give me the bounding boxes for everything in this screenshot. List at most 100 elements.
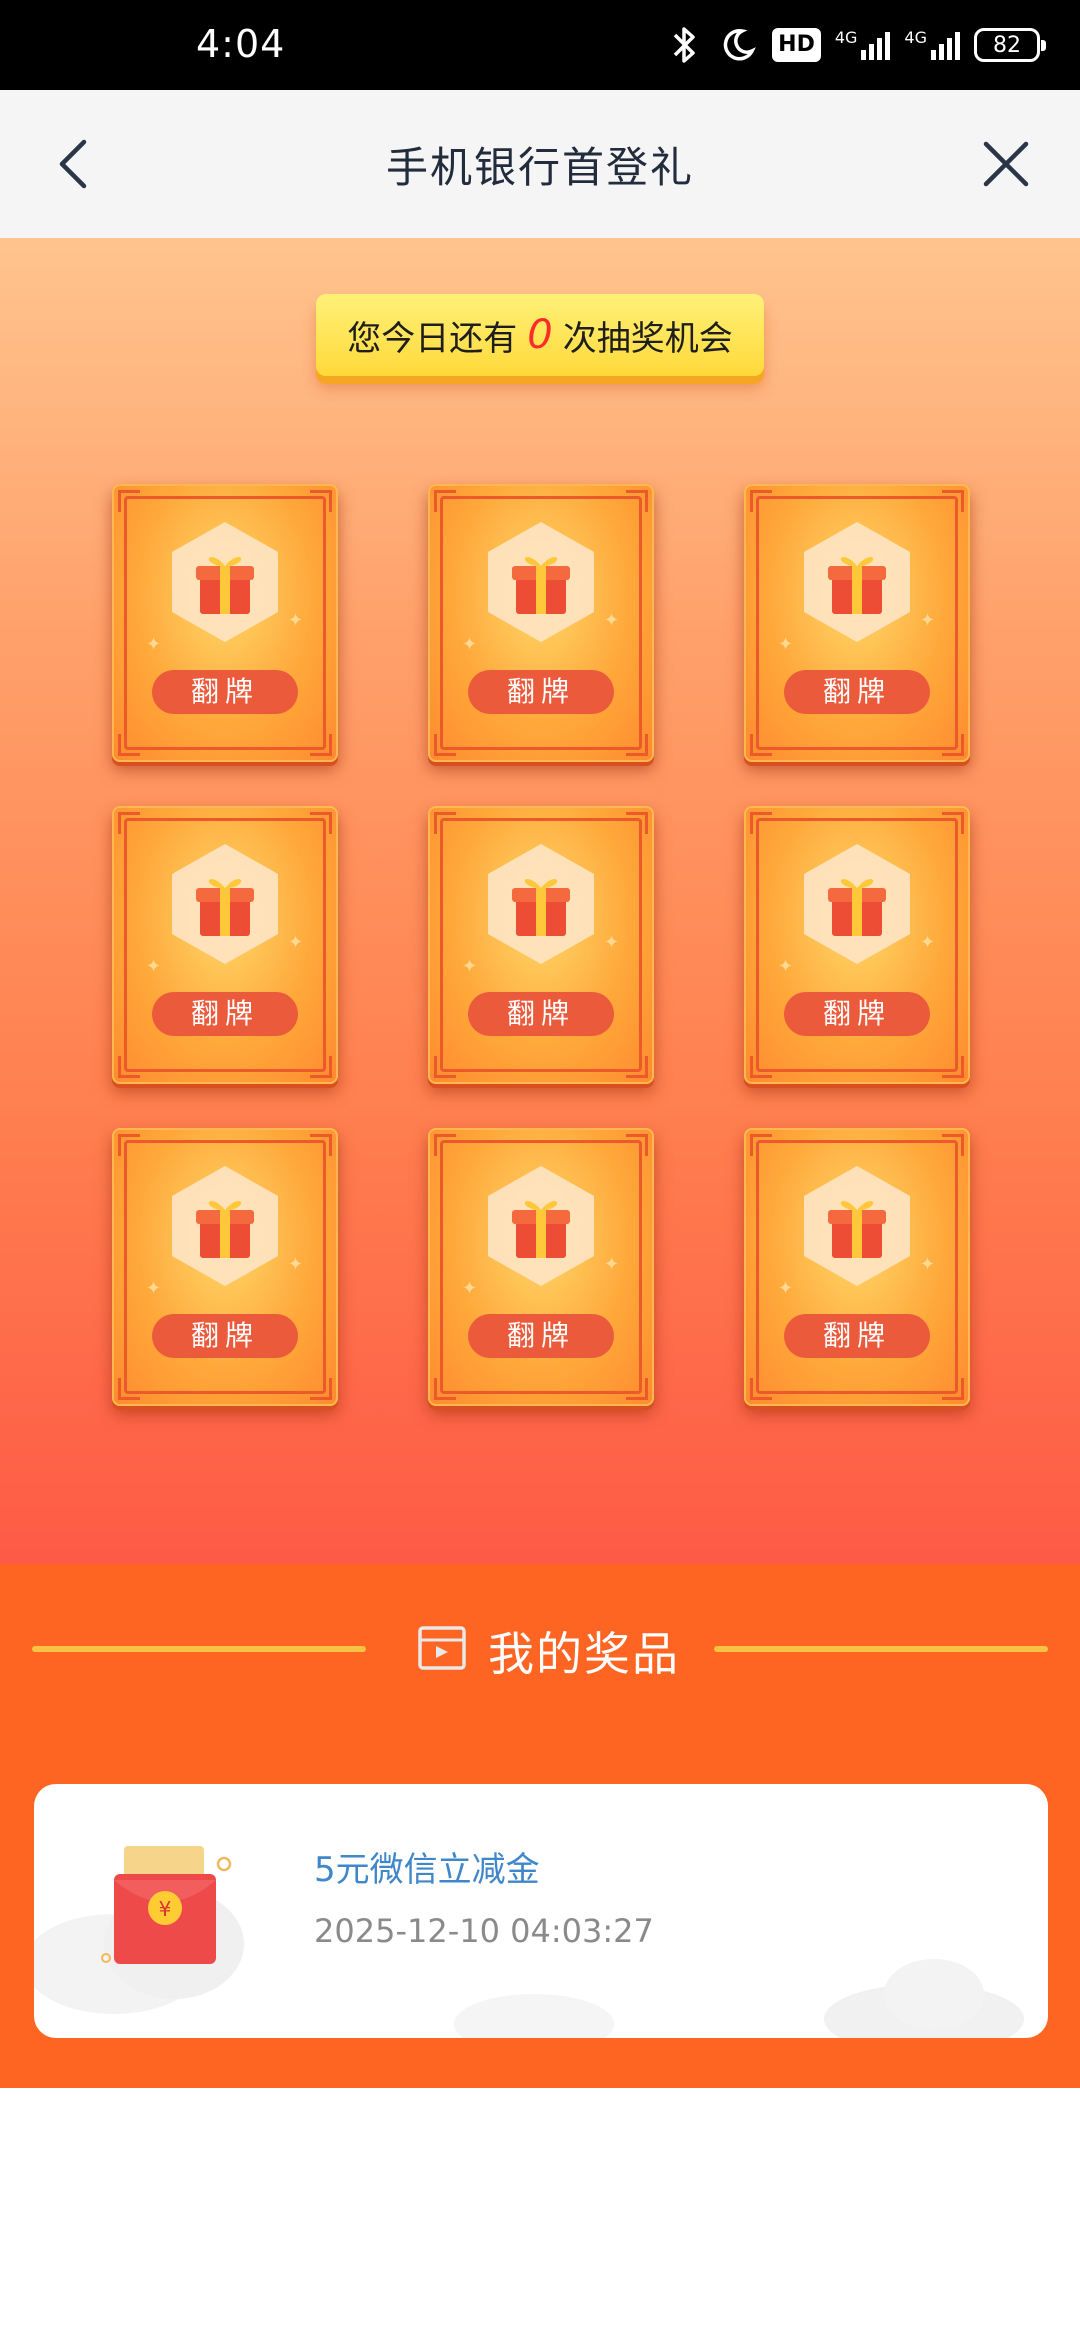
star-decoration: ✦ — [604, 610, 620, 631]
flip-card[interactable]: ✦ ✦ 翻牌 — [428, 484, 654, 762]
network-label: 4G — [904, 28, 927, 47]
flip-card[interactable]: ✦ ✦ 翻牌 — [112, 484, 338, 762]
corner-ornament — [310, 1056, 332, 1078]
network-label: 4G — [834, 28, 858, 47]
prize-item[interactable]: ¥ 5元微信立减金 2025-12-10 04:03:27 — [34, 1784, 1048, 2038]
flip-card[interactable]: ✦ ✦ 翻牌 — [428, 806, 654, 1084]
status-icons: HD 4G 4G 82 — [664, 22, 1046, 68]
corner-ornament — [118, 1378, 140, 1400]
star-decoration: ✦ — [778, 634, 794, 655]
star-decoration: ✦ — [288, 1254, 304, 1275]
corner-ornament — [434, 812, 456, 834]
corner-ornament — [434, 1134, 456, 1156]
chance-suffix: 次抽奖机会 — [562, 318, 733, 359]
star-decoration: ✦ — [778, 1278, 794, 1299]
flip-button[interactable]: 翻牌 — [468, 670, 614, 714]
red-envelope-icon: ¥ — [101, 1846, 232, 1964]
flip-button[interactable]: 翻牌 — [784, 670, 930, 714]
gift-icon — [488, 522, 594, 642]
corner-ornament — [750, 1056, 772, 1078]
corner-ornament — [942, 1056, 964, 1078]
star-decoration: ✦ — [920, 610, 936, 631]
flip-card[interactable]: ✦ ✦ 翻牌 — [744, 1128, 970, 1406]
page-title: 手机银行首登礼 — [385, 143, 694, 192]
flip-button[interactable]: 翻牌 — [152, 1314, 298, 1358]
flip-card[interactable]: ✦ ✦ 翻牌 — [112, 806, 338, 1084]
divider-right — [714, 1646, 1048, 1652]
flip-button[interactable]: 翻牌 — [152, 992, 298, 1036]
status-bar: 4:04 HD 4G 4G 82 — [0, 0, 1080, 90]
gift-icon — [172, 1166, 278, 1286]
corner-ornament — [942, 812, 964, 834]
flip-card-game: 您今日还有 0 次抽奖机会 ✦ ✦ 翻牌 ✦ ✦ 翻牌 ✦ ✦ 翻牌 ✦ ✦ 翻牌 ✦ ✦ 翻牌 ✦ ✦ 翻牌 ✦ ✦… — [0, 238, 1080, 1564]
status-time: 4:04 — [196, 22, 286, 66]
corner-ornament — [626, 490, 648, 512]
flip-button[interactable]: 翻牌 — [784, 1314, 930, 1358]
corner-ornament — [750, 1378, 772, 1400]
corner-ornament — [118, 734, 140, 756]
prize-section: 我的奖品 ¥ 5元微信立减金 2025-12-10 04:03:27 — [0, 1564, 1080, 2088]
flip-button[interactable]: 翻牌 — [784, 992, 930, 1036]
cloud-decoration — [454, 1994, 614, 2038]
star-decoration: ✦ — [462, 1278, 478, 1299]
corner-ornament — [310, 1134, 332, 1156]
star-decoration: ✦ — [146, 634, 162, 655]
corner-ornament — [626, 734, 648, 756]
star-decoration: ✦ — [288, 932, 304, 953]
hd-icon: HD — [772, 28, 821, 62]
corner-ornament — [626, 1056, 648, 1078]
chance-prefix: 您今日还有 — [347, 318, 518, 359]
corner-ornament — [118, 490, 140, 512]
corner-ornament — [434, 734, 456, 756]
gift-icon — [172, 522, 278, 642]
signal-icon: 4G — [904, 28, 960, 60]
corner-ornament — [750, 812, 772, 834]
star-decoration: ✦ — [146, 956, 162, 977]
nav-bar: 手机银行首登礼 — [0, 90, 1080, 238]
flip-card[interactable]: ✦ ✦ 翻牌 — [428, 1128, 654, 1406]
flip-button[interactable]: 翻牌 — [468, 992, 614, 1036]
gift-icon — [804, 844, 910, 964]
divider-left — [32, 1646, 366, 1652]
corner-ornament — [310, 1378, 332, 1400]
star-decoration: ✦ — [462, 956, 478, 977]
moon-icon — [718, 25, 758, 65]
corner-ornament — [118, 812, 140, 834]
corner-ornament — [310, 734, 332, 756]
flip-card[interactable]: ✦ ✦ 翻牌 — [112, 1128, 338, 1406]
corner-ornament — [434, 1378, 456, 1400]
flip-card[interactable]: ✦ ✦ 翻牌 — [744, 484, 970, 762]
corner-ornament — [942, 1378, 964, 1400]
prize-time: 2025-12-10 04:03:27 — [314, 1912, 654, 1950]
prize-heading: 我的奖品 — [488, 1627, 680, 1681]
chance-banner: 您今日还有 0 次抽奖机会 — [316, 294, 764, 376]
gift-icon — [804, 522, 910, 642]
corner-ornament — [942, 1134, 964, 1156]
corner-ornament — [310, 490, 332, 512]
gift-icon — [172, 844, 278, 964]
prize-name: 5元微信立减金 — [314, 1850, 540, 1890]
corner-ornament — [626, 1378, 648, 1400]
gift-icon — [804, 1166, 910, 1286]
gift-icon — [488, 844, 594, 964]
corner-ornament — [626, 1134, 648, 1156]
close-icon[interactable] — [976, 134, 1036, 194]
star-decoration: ✦ — [146, 1278, 162, 1299]
star-decoration: ✦ — [920, 1254, 936, 1275]
flip-button[interactable]: 翻牌 — [152, 670, 298, 714]
cloud-decoration — [824, 1959, 1024, 2038]
corner-ornament — [626, 812, 648, 834]
star-decoration: ✦ — [288, 610, 304, 631]
corner-ornament — [118, 1056, 140, 1078]
corner-ornament — [118, 1134, 140, 1156]
corner-ornament — [310, 812, 332, 834]
star-decoration: ✦ — [604, 932, 620, 953]
corner-ornament — [750, 1134, 772, 1156]
flip-card[interactable]: ✦ ✦ 翻牌 — [744, 806, 970, 1084]
star-decoration: ✦ — [462, 634, 478, 655]
battery-icon: 82 — [974, 28, 1046, 62]
battery-level: 82 — [993, 32, 1021, 58]
flip-button[interactable]: 翻牌 — [468, 1314, 614, 1358]
star-decoration: ✦ — [778, 956, 794, 977]
corner-ornament — [434, 1056, 456, 1078]
